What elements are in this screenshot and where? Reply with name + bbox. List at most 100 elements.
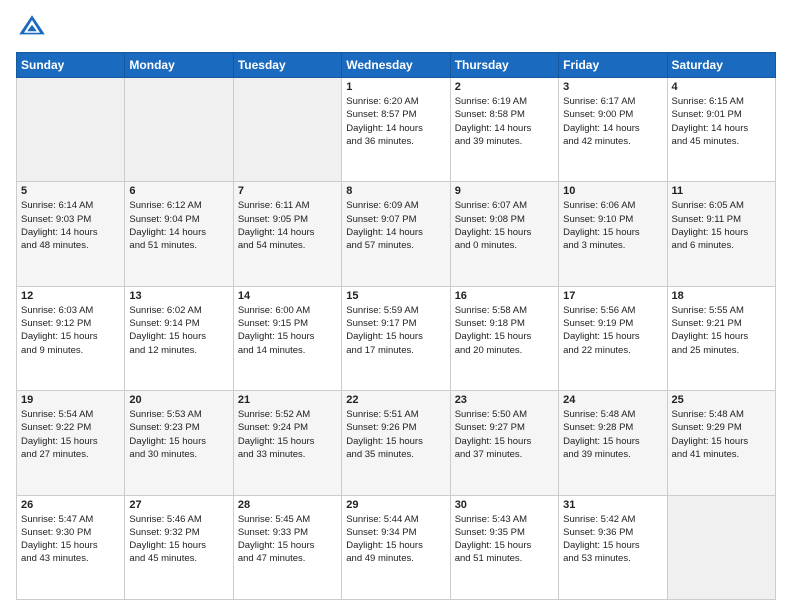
day-number: 11	[672, 185, 771, 197]
calendar-week-5: 26 Sunrise: 5:47 AM Sunset: 9:30 PM Dayli…	[17, 495, 776, 599]
sun-info: Sunrise: 6:14 AM Sunset: 9:03 PM Dayligh…	[21, 199, 120, 252]
sun-info: Sunrise: 5:50 AM Sunset: 9:27 PM Dayligh…	[455, 408, 554, 461]
sun-info: Sunrise: 6:09 AM Sunset: 9:07 PM Dayligh…	[346, 199, 445, 252]
calendar-week-3: 12 Sunrise: 6:03 AM Sunset: 9:12 PM Dayli…	[17, 286, 776, 390]
calendar-cell: 24 Sunrise: 5:48 AM Sunset: 9:28 PM Dayli…	[559, 391, 667, 495]
calendar-table: SundayMondayTuesdayWednesdayThursdayFrid…	[16, 52, 776, 600]
calendar-cell: 10Sunrise: 6:06 AM Sunset: 9:10 PM Dayli…	[559, 182, 667, 286]
day-number: 3	[563, 81, 662, 93]
calendar-week-1: 1Sunrise: 6:20 AM Sunset: 8:57 PM Daylig…	[17, 78, 776, 182]
sun-info: Sunrise: 5:56 AM Sunset: 9:19 PM Dayligh…	[563, 304, 662, 357]
sun-info: Sunrise: 6:00 AM Sunset: 9:15 PM Dayligh…	[238, 304, 337, 357]
day-number: 6	[129, 185, 228, 197]
calendar-cell: 6 Sunrise: 6:12 AM Sunset: 9:04 PM Daylig…	[125, 182, 233, 286]
sun-info: Sunrise: 5:48 AM Sunset: 9:29 PM Dayligh…	[672, 408, 771, 461]
day-number: 12	[21, 290, 120, 302]
calendar-cell: 26 Sunrise: 5:47 AM Sunset: 9:30 PM Dayli…	[17, 495, 125, 599]
day-number: 31	[563, 499, 662, 511]
day-number: 25	[672, 394, 771, 406]
day-number: 19	[21, 394, 120, 406]
day-number: 30	[455, 499, 554, 511]
weekday-header-sunday: Sunday	[17, 53, 125, 78]
day-number: 15	[346, 290, 445, 302]
calendar-cell: 28 Sunrise: 5:45 AM Sunset: 9:33 PM Dayli…	[233, 495, 341, 599]
day-number: 7	[238, 185, 337, 197]
sun-info: Sunrise: 5:59 AM Sunset: 9:17 PM Dayligh…	[346, 304, 445, 357]
sun-info: Sunrise: 5:51 AM Sunset: 9:26 PM Dayligh…	[346, 408, 445, 461]
sun-info: Sunrise: 5:52 AM Sunset: 9:24 PM Dayligh…	[238, 408, 337, 461]
calendar-week-2: 5Sunrise: 6:14 AM Sunset: 9:03 PM Daylig…	[17, 182, 776, 286]
calendar-cell: 19 Sunrise: 5:54 AM Sunset: 9:22 PM Dayli…	[17, 391, 125, 495]
calendar-cell: 9Sunrise: 6:07 AM Sunset: 9:08 PM Daylig…	[450, 182, 558, 286]
sun-info: Sunrise: 6:12 AM Sunset: 9:04 PM Dayligh…	[129, 199, 228, 252]
day-number: 4	[672, 81, 771, 93]
calendar-cell	[17, 78, 125, 182]
day-number: 16	[455, 290, 554, 302]
calendar-cell: 2Sunrise: 6:19 AM Sunset: 8:58 PM Daylig…	[450, 78, 558, 182]
day-number: 1	[346, 81, 445, 93]
calendar-cell: 31 Sunrise: 5:42 AM Sunset: 9:36 PM Dayli…	[559, 495, 667, 599]
calendar-cell: 4 Sunrise: 6:15 AM Sunset: 9:01 PM Daylig…	[667, 78, 775, 182]
calendar-cell: 18Sunrise: 5:55 AM Sunset: 9:21 PM Dayli…	[667, 286, 775, 390]
calendar-cell: 15 Sunrise: 5:59 AM Sunset: 9:17 PM Dayli…	[342, 286, 450, 390]
day-number: 29	[346, 499, 445, 511]
weekday-header-saturday: Saturday	[667, 53, 775, 78]
sun-info: Sunrise: 6:03 AM Sunset: 9:12 PM Dayligh…	[21, 304, 120, 357]
calendar-cell: 1Sunrise: 6:20 AM Sunset: 8:57 PM Daylig…	[342, 78, 450, 182]
calendar-cell: 22 Sunrise: 5:51 AM Sunset: 9:26 PM Dayli…	[342, 391, 450, 495]
calendar-cell: 14 Sunrise: 6:00 AM Sunset: 9:15 PM Dayli…	[233, 286, 341, 390]
sun-info: Sunrise: 6:05 AM Sunset: 9:11 PM Dayligh…	[672, 199, 771, 252]
calendar-cell: 3 Sunrise: 6:17 AM Sunset: 9:00 PM Daylig…	[559, 78, 667, 182]
day-number: 21	[238, 394, 337, 406]
day-number: 14	[238, 290, 337, 302]
page: SundayMondayTuesdayWednesdayThursdayFrid…	[0, 0, 792, 612]
sun-info: Sunrise: 6:11 AM Sunset: 9:05 PM Dayligh…	[238, 199, 337, 252]
sun-info: Sunrise: 5:45 AM Sunset: 9:33 PM Dayligh…	[238, 513, 337, 566]
calendar-cell: 7 Sunrise: 6:11 AM Sunset: 9:05 PM Daylig…	[233, 182, 341, 286]
weekday-header-thursday: Thursday	[450, 53, 558, 78]
sun-info: Sunrise: 5:43 AM Sunset: 9:35 PM Dayligh…	[455, 513, 554, 566]
sun-info: Sunrise: 5:58 AM Sunset: 9:18 PM Dayligh…	[455, 304, 554, 357]
sun-info: Sunrise: 6:19 AM Sunset: 8:58 PM Dayligh…	[455, 95, 554, 148]
sun-info: Sunrise: 6:15 AM Sunset: 9:01 PM Dayligh…	[672, 95, 771, 148]
calendar-cell: 12 Sunrise: 6:03 AM Sunset: 9:12 PM Dayli…	[17, 286, 125, 390]
sun-info: Sunrise: 5:55 AM Sunset: 9:21 PM Dayligh…	[672, 304, 771, 357]
day-number: 28	[238, 499, 337, 511]
calendar-cell: 5Sunrise: 6:14 AM Sunset: 9:03 PM Daylig…	[17, 182, 125, 286]
weekday-header-row: SundayMondayTuesdayWednesdayThursdayFrid…	[17, 53, 776, 78]
weekday-header-tuesday: Tuesday	[233, 53, 341, 78]
calendar-cell: 27 Sunrise: 5:46 AM Sunset: 9:32 PM Dayli…	[125, 495, 233, 599]
calendar-cell: 20Sunrise: 5:53 AM Sunset: 9:23 PM Dayli…	[125, 391, 233, 495]
calendar-cell	[233, 78, 341, 182]
sun-info: Sunrise: 6:17 AM Sunset: 9:00 PM Dayligh…	[563, 95, 662, 148]
calendar-cell	[125, 78, 233, 182]
sun-info: Sunrise: 5:54 AM Sunset: 9:22 PM Dayligh…	[21, 408, 120, 461]
day-number: 26	[21, 499, 120, 511]
calendar-cell	[667, 495, 775, 599]
calendar-cell: 29Sunrise: 5:44 AM Sunset: 9:34 PM Dayli…	[342, 495, 450, 599]
weekday-header-monday: Monday	[125, 53, 233, 78]
sun-info: Sunrise: 5:53 AM Sunset: 9:23 PM Dayligh…	[129, 408, 228, 461]
logo-icon	[16, 12, 48, 44]
day-number: 23	[455, 394, 554, 406]
sun-info: Sunrise: 6:02 AM Sunset: 9:14 PM Dayligh…	[129, 304, 228, 357]
calendar-cell: 21 Sunrise: 5:52 AM Sunset: 9:24 PM Dayli…	[233, 391, 341, 495]
calendar-cell: 30 Sunrise: 5:43 AM Sunset: 9:35 PM Dayli…	[450, 495, 558, 599]
day-number: 8	[346, 185, 445, 197]
sun-info: Sunrise: 5:42 AM Sunset: 9:36 PM Dayligh…	[563, 513, 662, 566]
calendar-cell: 8 Sunrise: 6:09 AM Sunset: 9:07 PM Daylig…	[342, 182, 450, 286]
day-number: 24	[563, 394, 662, 406]
calendar-cell: 17Sunrise: 5:56 AM Sunset: 9:19 PM Dayli…	[559, 286, 667, 390]
weekday-header-friday: Friday	[559, 53, 667, 78]
weekday-header-wednesday: Wednesday	[342, 53, 450, 78]
day-number: 10	[563, 185, 662, 197]
day-number: 22	[346, 394, 445, 406]
day-number: 13	[129, 290, 228, 302]
sun-info: Sunrise: 5:48 AM Sunset: 9:28 PM Dayligh…	[563, 408, 662, 461]
day-number: 9	[455, 185, 554, 197]
sun-info: Sunrise: 5:46 AM Sunset: 9:32 PM Dayligh…	[129, 513, 228, 566]
calendar-week-4: 19 Sunrise: 5:54 AM Sunset: 9:22 PM Dayli…	[17, 391, 776, 495]
header	[16, 12, 776, 44]
sun-info: Sunrise: 5:47 AM Sunset: 9:30 PM Dayligh…	[21, 513, 120, 566]
day-number: 27	[129, 499, 228, 511]
